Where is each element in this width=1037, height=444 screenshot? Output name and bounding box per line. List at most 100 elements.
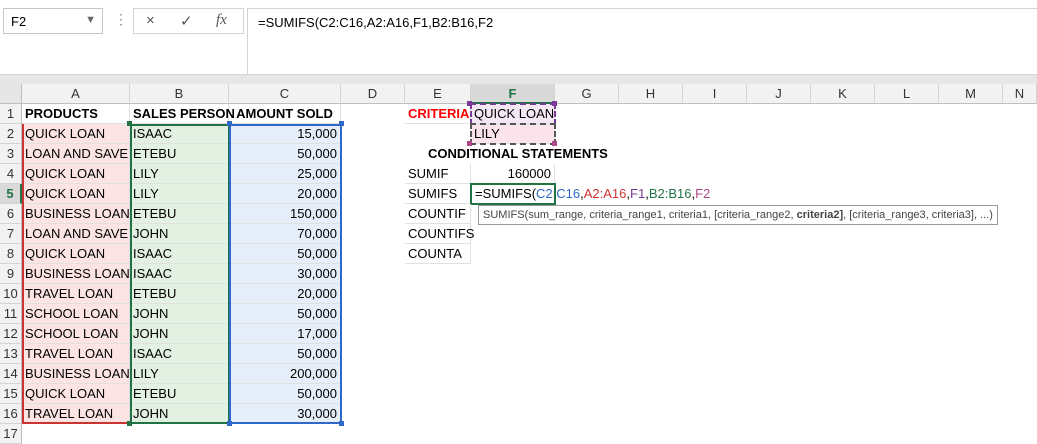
amount-cell[interactable]: 50,000 — [229, 304, 341, 324]
criteria-value-1[interactable]: QUICK LOAN — [471, 104, 555, 124]
product-cell[interactable]: TRAVEL LOAN — [22, 404, 130, 424]
sales-person-cell[interactable]: JOHN — [130, 324, 229, 344]
insert-function-icon[interactable]: fx — [216, 12, 227, 29]
row-header-6[interactable]: 6 — [0, 204, 22, 224]
formula-input[interactable]: =SUMIFS(C2:C16,A2:A16,F1,B2:B16,F2 — [247, 8, 1037, 74]
row-header-8[interactable]: 8 — [0, 244, 22, 264]
row-header-15[interactable]: 15 — [0, 384, 22, 404]
function-tooltip[interactable]: SUMIFS(sum_range, criteria_range1, crite… — [478, 205, 998, 225]
sales-person-cell[interactable]: JOHN — [130, 304, 229, 324]
product-cell[interactable]: LOAN AND SAVE — [22, 224, 130, 244]
sales-person-cell[interactable]: ETEBU — [130, 384, 229, 404]
amount-cell[interactable]: 150,000 — [229, 204, 341, 224]
criteria-label[interactable]: CRITERIA — [405, 104, 471, 124]
product-cell[interactable]: QUICK LOAN — [22, 164, 130, 184]
range-handle[interactable] — [467, 101, 472, 106]
range-handle[interactable] — [339, 421, 344, 426]
range-handle[interactable] — [339, 121, 344, 126]
amount-cell[interactable]: 30,000 — [229, 404, 341, 424]
column-header-n[interactable]: N — [1003, 84, 1037, 104]
enter-icon[interactable]: ✓ — [180, 12, 193, 30]
sales-person-cell[interactable]: LILY — [130, 164, 229, 184]
amount-cell[interactable]: 50,000 — [229, 344, 341, 364]
range-handle[interactable] — [227, 121, 232, 126]
sales-person-cell[interactable]: ETEBU — [130, 204, 229, 224]
sales-person-cell[interactable]: ISAAC — [130, 264, 229, 284]
range-handle[interactable] — [552, 141, 557, 146]
sales-person-cell[interactable]: ISAAC — [130, 244, 229, 264]
amount-cell[interactable]: 15,000 — [229, 124, 341, 144]
cancel-icon[interactable]: × — [146, 12, 155, 29]
column-header-a[interactable]: A — [22, 84, 130, 104]
column-header-k[interactable]: K — [811, 84, 875, 104]
column-header-e[interactable]: E — [405, 84, 471, 104]
column-header-l[interactable]: L — [875, 84, 939, 104]
select-all-button[interactable] — [0, 84, 22, 104]
drag-handle-icon[interactable]: ⋮ — [114, 12, 128, 26]
range-handle[interactable] — [467, 141, 472, 146]
row-header-4[interactable]: 4 — [0, 164, 22, 184]
product-cell[interactable]: BUSINESS LOAN — [22, 364, 130, 384]
countif-label[interactable]: COUNTIF — [405, 204, 471, 224]
column-header-i[interactable]: I — [683, 84, 747, 104]
amount-cell[interactable]: 20,000 — [229, 284, 341, 304]
amount-cell[interactable]: 50,000 — [229, 144, 341, 164]
column-header-m[interactable]: M — [939, 84, 1003, 104]
row-header-17[interactable]: 17 — [0, 424, 22, 444]
column-header-g[interactable]: G — [555, 84, 619, 104]
sumif-label[interactable]: SUMIF — [405, 164, 471, 184]
product-cell[interactable]: SCHOOL LOAN — [22, 304, 130, 324]
conditional-title[interactable]: CONDITIONAL STATEMENTS — [425, 144, 625, 164]
sales-person-cell[interactable]: JOHN — [130, 404, 229, 424]
header-sales-person[interactable]: SALES PERSON — [130, 104, 235, 124]
range-handle[interactable] — [552, 101, 557, 106]
row-header-10[interactable]: 10 — [0, 284, 22, 304]
header-products[interactable]: PRODUCTS — [22, 104, 130, 124]
row-header-16[interactable]: 16 — [0, 404, 22, 424]
sales-person-cell[interactable]: ETEBU — [130, 144, 229, 164]
product-cell[interactable]: QUICK LOAN — [22, 244, 130, 264]
sumif-value[interactable]: 160000 — [471, 164, 555, 184]
countifs-label[interactable]: COUNTIFS — [405, 224, 474, 244]
product-cell[interactable]: TRAVEL LOAN — [22, 344, 130, 364]
row-header-1[interactable]: 1 — [0, 104, 22, 124]
row-header-2[interactable]: 2 — [0, 124, 22, 144]
sales-person-cell[interactable]: JOHN — [130, 224, 229, 244]
range-handle[interactable] — [227, 421, 232, 426]
row-header-11[interactable]: 11 — [0, 304, 22, 324]
row-header-7[interactable]: 7 — [0, 224, 22, 244]
product-cell[interactable]: SCHOOL LOAN — [22, 324, 130, 344]
sales-person-cell[interactable]: LILY — [130, 364, 229, 384]
amount-cell[interactable]: 70,000 — [229, 224, 341, 244]
column-header-c[interactable]: C — [229, 84, 341, 104]
sales-person-cell[interactable]: LILY — [130, 184, 229, 204]
row-header-14[interactable]: 14 — [0, 364, 22, 384]
sales-person-cell[interactable]: ETEBU — [130, 284, 229, 304]
row-header-9[interactable]: 9 — [0, 264, 22, 284]
amount-cell[interactable]: 17,000 — [229, 324, 341, 344]
column-header-h[interactable]: H — [619, 84, 683, 104]
product-cell[interactable]: QUICK LOAN — [22, 184, 130, 204]
amount-cell[interactable]: 25,000 — [229, 164, 341, 184]
column-header-d[interactable]: D — [341, 84, 405, 104]
row-header-12[interactable]: 12 — [0, 324, 22, 344]
product-cell[interactable]: QUICK LOAN — [22, 384, 130, 404]
row-header-3[interactable]: 3 — [0, 144, 22, 164]
range-handle[interactable] — [127, 121, 132, 126]
editing-cell[interactable]: =SUMIFS(C2:C16,A2:A16,F1,B2:B16,F2 — [471, 184, 710, 204]
product-cell[interactable]: BUSINESS LOAN — [22, 204, 130, 224]
column-header-j[interactable]: J — [747, 84, 811, 104]
header-amount-sold[interactable]: AMOUNT SOLD — [229, 104, 341, 124]
sales-person-cell[interactable]: ISAAC — [130, 344, 229, 364]
product-cell[interactable]: LOAN AND SAVE — [22, 144, 130, 164]
amount-cell[interactable]: 50,000 — [229, 244, 341, 264]
sumifs-label[interactable]: SUMIFS — [405, 184, 471, 204]
range-handle[interactable] — [127, 421, 132, 426]
column-header-f[interactable]: F — [471, 84, 555, 104]
amount-cell[interactable]: 30,000 — [229, 264, 341, 284]
criteria-value-2[interactable]: LILY — [471, 124, 555, 144]
product-cell[interactable]: QUICK LOAN — [22, 124, 130, 144]
sales-person-cell[interactable]: ISAAC — [130, 124, 229, 144]
counta-label[interactable]: COUNTA — [405, 244, 471, 264]
amount-cell[interactable]: 20,000 — [229, 184, 341, 204]
